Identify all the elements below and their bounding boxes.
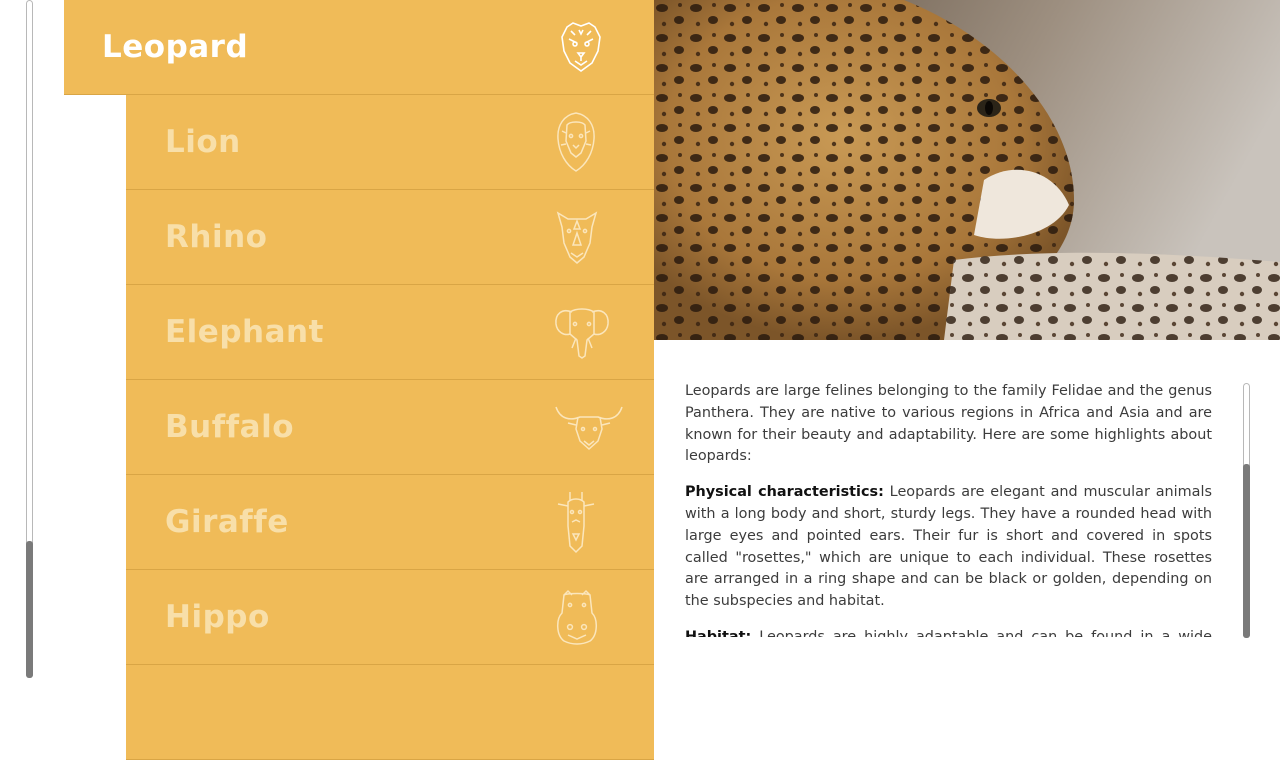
- buffalo-head-icon: [554, 403, 624, 451]
- physical-text: Leopards are elegant and muscular animal…: [685, 484, 1212, 610]
- habitat-paragraph: Habitat: Leopards are highly adaptable a…: [685, 627, 1212, 637]
- habitat-text: Leopards are highly adaptable and can be…: [759, 628, 1212, 637]
- rhino-head-icon: [554, 209, 600, 265]
- menu-item-buffalo[interactable]: Buffalo: [126, 380, 654, 475]
- elephant-head-icon: [554, 304, 610, 360]
- menu-item-label: Rhino: [165, 219, 268, 255]
- habitat-heading: Habitat:: [685, 628, 752, 637]
- physical-heading: Physical characteristics:: [685, 484, 884, 501]
- physical-paragraph: Physical characteristics: Leopards are e…: [685, 482, 1212, 613]
- menu-item-label: Hippo: [165, 599, 270, 635]
- intro-text: Leopards are large felines belonging to …: [685, 383, 1212, 465]
- giraffe-head-icon: [554, 490, 598, 554]
- hippo-head-icon: [554, 589, 600, 645]
- menu-item-label: Giraffe: [165, 504, 289, 540]
- article-text: Leopards are large felines belonging to …: [685, 381, 1212, 637]
- menu-item-label: Leopard: [102, 29, 249, 65]
- menu-item-label: Buffalo: [165, 409, 295, 445]
- menu-item-leopard[interactable]: Leopard: [64, 0, 654, 95]
- menu-item-label: Elephant: [165, 314, 324, 350]
- article-scrollbar-thumb[interactable]: [1243, 464, 1250, 638]
- intro-paragraph: Leopards are large felines belonging to …: [685, 381, 1212, 468]
- leopard-photo: [654, 0, 1280, 340]
- lion-head-icon: [554, 111, 598, 173]
- menu-item-partial[interactable]: [126, 665, 654, 760]
- menu-item-rhino[interactable]: Rhino: [126, 190, 654, 285]
- menu-item-giraffe[interactable]: Giraffe: [126, 475, 654, 570]
- menu-item-lion[interactable]: Lion: [126, 95, 654, 190]
- menu-item-label: Lion: [165, 124, 241, 160]
- menu-item-elephant[interactable]: Elephant: [126, 285, 654, 380]
- leopard-head-icon: [559, 21, 603, 73]
- menu-item-hippo[interactable]: Hippo: [126, 570, 654, 665]
- page-scrollbar-thumb[interactable]: [26, 541, 33, 678]
